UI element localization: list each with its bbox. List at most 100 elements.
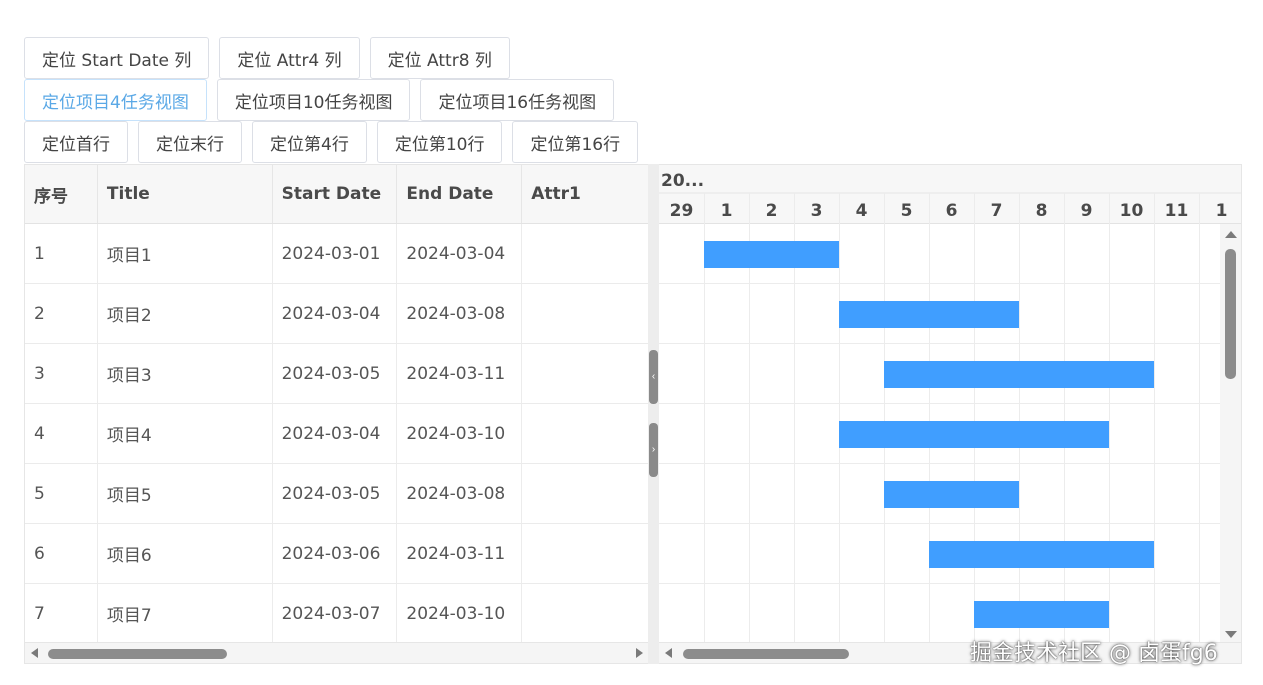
cell-end-date: 2024-03-10: [397, 584, 523, 643]
cell-title: 项目2: [98, 284, 273, 343]
cell-no: 2: [25, 284, 98, 343]
toolbar-row-columns: 定位 Start Date 列 定位 Attr4 列 定位 Attr8 列: [24, 37, 510, 79]
locate-row-16-button[interactable]: 定位第16行: [512, 121, 639, 163]
cell-attr1: [522, 284, 648, 343]
cell-title: 项目1: [98, 224, 273, 283]
locate-row-4-button[interactable]: 定位第4行: [252, 121, 367, 163]
locate-item4-task-view-button[interactable]: 定位项目4任务视图: [24, 79, 207, 121]
toolbar-row-rows: 定位首行 定位末行 定位第4行 定位第10行 定位第16行: [24, 121, 639, 163]
timeline-day-label: 8: [1036, 201, 1048, 221]
table-row[interactable]: 5 项目5 2024-03-05 2024-03-08: [25, 464, 648, 524]
timeline-day-label: 3: [811, 201, 823, 221]
scroll-up-icon[interactable]: [1225, 231, 1237, 238]
table-horizontal-scrollbar[interactable]: [25, 642, 648, 663]
cell-attr1: [522, 584, 648, 643]
timeline-year-label: 20...: [661, 171, 704, 191]
cell-attr1: [522, 224, 648, 283]
task-bar: [884, 361, 1154, 388]
timeline-day-label: 2: [766, 201, 778, 221]
locate-attr4-column-button[interactable]: 定位 Attr4 列: [219, 37, 360, 79]
table-row[interactable]: 6 项目6 2024-03-06 2024-03-11: [25, 524, 648, 584]
timeline-day-label: 29: [670, 201, 694, 221]
timeline-day-label: 7: [991, 201, 1003, 221]
task-table: 序号 Title Start Date End Date Attr1 1 项目1 2…: [24, 164, 648, 664]
timeline-day-label: 10: [1120, 201, 1144, 221]
timeline-day-label: 6: [946, 201, 958, 221]
cell-title: 项目3: [98, 344, 273, 403]
locate-first-row-button[interactable]: 定位首行: [24, 121, 128, 163]
task-bar: [929, 541, 1154, 568]
locate-start-date-column-button[interactable]: 定位 Start Date 列: [24, 37, 210, 79]
column-header-no[interactable]: 序号: [25, 165, 98, 223]
cell-attr1: [522, 344, 648, 403]
cell-no: 6: [25, 524, 98, 583]
cell-start-date: 2024-03-07: [273, 584, 398, 643]
gantt-vertical-scrollbar[interactable]: [1220, 224, 1241, 644]
gantt-scrollbar-thumb[interactable]: [683, 649, 849, 659]
cell-end-date: 2024-03-08: [397, 464, 523, 523]
cell-start-date: 2024-03-06: [273, 524, 398, 583]
gantt-chart: 20... 29 1 2 3 4 5 6 7 8 9 10 11 1: [659, 164, 1242, 664]
task-bar: [839, 301, 1019, 328]
timeline-day-label: 4: [856, 201, 868, 221]
column-header-end-date[interactable]: End Date: [397, 165, 523, 223]
cell-end-date: 2024-03-04: [397, 224, 523, 283]
timeline-day-label: 1: [1216, 201, 1228, 221]
cell-start-date: 2024-03-05: [273, 344, 398, 403]
timeline-day-label: 5: [901, 201, 913, 221]
toolbar-row-task-views: 定位项目4任务视图 定位项目10任务视图 定位项目16任务视图: [24, 79, 615, 121]
table-row[interactable]: 2 项目2 2024-03-04 2024-03-08: [25, 284, 648, 344]
scroll-down-icon[interactable]: [1225, 631, 1237, 638]
scroll-right-icon[interactable]: [636, 648, 643, 658]
timeline-day-label: 9: [1081, 201, 1093, 221]
locate-item10-task-view-button[interactable]: 定位项目10任务视图: [216, 79, 411, 121]
cell-start-date: 2024-03-01: [273, 224, 398, 283]
column-header-attr1[interactable]: Attr1: [522, 165, 648, 223]
cell-title: 项目5: [98, 464, 273, 523]
cell-end-date: 2024-03-11: [397, 344, 523, 403]
cell-attr1: [522, 404, 648, 463]
column-header-title[interactable]: Title: [98, 165, 273, 223]
cell-title: 项目7: [98, 584, 273, 643]
table-body: 1 项目1 2024-03-01 2024-03-04 2 项目2 2024-03-04 20…: [25, 224, 648, 644]
cell-no: 1: [25, 224, 98, 283]
cell-start-date: 2024-03-05: [273, 464, 398, 523]
gantt-scroll-left-icon[interactable]: [665, 648, 672, 658]
cell-attr1: [522, 464, 648, 523]
vertical-scrollbar-thumb[interactable]: [1225, 249, 1236, 379]
cell-no: 4: [25, 404, 98, 463]
collapse-left-icon[interactable]: ‹: [649, 350, 658, 404]
cell-start-date: 2024-03-04: [273, 404, 398, 463]
cell-attr1: [522, 524, 648, 583]
watermark: 掘金技术社区 @ 卤蛋fg6: [970, 641, 1218, 666]
table-row[interactable]: 7 项目7 2024-03-07 2024-03-10: [25, 584, 648, 644]
cell-title: 项目6: [98, 524, 273, 583]
cell-end-date: 2024-03-11: [397, 524, 523, 583]
table-header: 序号 Title Start Date End Date Attr1: [25, 165, 648, 224]
task-bar: [884, 481, 1019, 508]
column-header-start-date[interactable]: Start Date: [273, 165, 398, 223]
pane-splitter[interactable]: ‹ ›: [648, 164, 659, 664]
scrollbar-thumb[interactable]: [48, 649, 227, 659]
task-bar: [974, 601, 1109, 628]
cell-end-date: 2024-03-10: [397, 404, 523, 463]
locate-row-10-button[interactable]: 定位第10行: [376, 121, 503, 163]
cell-end-date: 2024-03-08: [397, 284, 523, 343]
locate-item16-task-view-button[interactable]: 定位项目16任务视图: [420, 79, 615, 121]
cell-no: 7: [25, 584, 98, 643]
task-bar: [839, 421, 1109, 448]
timeline-day-label: 1: [721, 201, 733, 221]
cell-title: 项目4: [98, 404, 273, 463]
locate-last-row-button[interactable]: 定位末行: [138, 121, 242, 163]
scroll-left-icon[interactable]: [31, 648, 38, 658]
table-row[interactable]: 1 项目1 2024-03-01 2024-03-04: [25, 224, 648, 284]
task-bar: [704, 241, 839, 268]
cell-start-date: 2024-03-04: [273, 284, 398, 343]
gantt-timeline: 20...29 1 2 3 4 5 6 7 8 9 10 11 1: [659, 165, 1241, 645]
table-row[interactable]: 4 项目4 2024-03-04 2024-03-10: [25, 404, 648, 464]
expand-right-icon[interactable]: ›: [649, 423, 658, 477]
timeline-day-label: 11: [1165, 201, 1189, 221]
cell-no: 5: [25, 464, 98, 523]
locate-attr8-column-button[interactable]: 定位 Attr8 列: [369, 37, 510, 79]
table-row[interactable]: 3 项目3 2024-03-05 2024-03-11: [25, 344, 648, 404]
